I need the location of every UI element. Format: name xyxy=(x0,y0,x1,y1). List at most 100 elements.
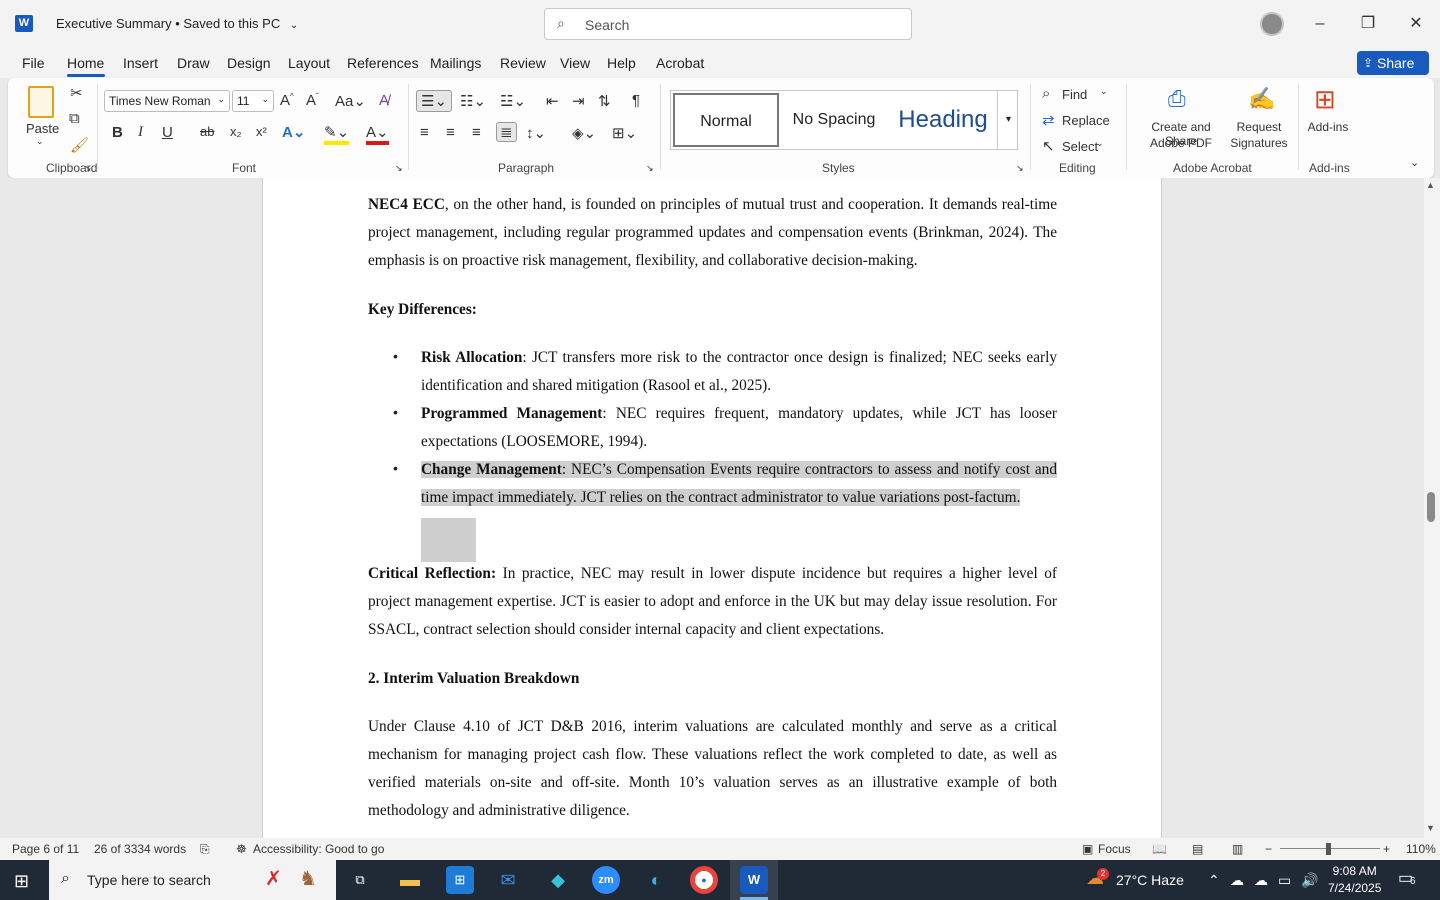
tab-help[interactable]: Help xyxy=(607,55,636,71)
task-view-icon[interactable]: ⧉ xyxy=(346,866,374,894)
underline-button[interactable]: U xyxy=(162,124,173,141)
style-heading[interactable]: Heading xyxy=(889,93,997,147)
mail-icon[interactable]: ✉ xyxy=(494,866,522,894)
chevron-up-icon[interactable]: ⌃ xyxy=(1208,872,1220,889)
restore-button[interactable]: ❐ xyxy=(1353,12,1383,36)
web-layout-icon[interactable]: ▥ xyxy=(1232,842,1243,856)
subscript-button[interactable]: x₂ xyxy=(230,124,242,139)
numbering-icon[interactable]: ☷⌄ xyxy=(460,92,486,110)
app-diamond-icon[interactable]: ◆ xyxy=(544,866,572,894)
zoom-app-icon[interactable]: zm xyxy=(592,866,620,894)
style-normal[interactable]: Normal xyxy=(673,93,779,147)
paste-button[interactable]: Paste xyxy=(26,121,59,136)
chevron-down-icon[interactable]: ⌄ xyxy=(1096,138,1104,149)
scroll-down-icon[interactable]: ▼ xyxy=(1426,823,1435,833)
bold-button[interactable]: B xyxy=(112,124,123,141)
file-explorer-icon[interactable]: ▬ xyxy=(396,866,424,894)
volume-icon[interactable]: 🔊 xyxy=(1301,872,1318,889)
font-family-select[interactable]: Times New Roman ⌄ xyxy=(104,90,230,112)
change-case-icon[interactable]: Aa⌄ xyxy=(335,92,366,110)
superscript-button[interactable]: x² xyxy=(256,124,267,139)
document-title[interactable]: Executive Summary • Saved to this PC ⌄ xyxy=(56,16,298,31)
accessibility-status[interactable]: Accessibility: Good to go xyxy=(253,842,384,856)
font-size-select[interactable]: 11 ⌄ xyxy=(232,90,274,112)
grow-font-icon[interactable]: A^ xyxy=(280,92,294,109)
sort-icon[interactable]: ⇅ xyxy=(598,92,611,110)
onedrive-icon[interactable]: ☁ xyxy=(1254,872,1268,889)
highlight-icon[interactable]: ✎⌄ xyxy=(324,123,350,145)
zoom-level[interactable]: 110% xyxy=(1406,842,1436,856)
select-button[interactable]: Select xyxy=(1062,139,1098,154)
decrease-indent-icon[interactable]: ⇤ xyxy=(546,92,559,110)
share-button[interactable]: ⇪ Share xyxy=(1357,51,1429,75)
dialog-launcher-icon[interactable]: ↘ xyxy=(84,163,92,174)
edge-browser-icon[interactable]: ◐ xyxy=(642,866,670,894)
account-avatar[interactable] xyxy=(1260,12,1284,36)
font-color-icon[interactable]: A⌄ xyxy=(366,123,389,145)
shading-icon[interactable]: ◈⌄ xyxy=(572,124,596,142)
tab-review[interactable]: Review xyxy=(500,55,546,71)
read-mode-icon[interactable]: 📖 xyxy=(1152,842,1167,856)
cut-icon[interactable]: ✂ xyxy=(70,84,83,102)
document-page[interactable]: NEC4 ECC, on the other hand, is founded … xyxy=(262,178,1162,838)
zoom-in-icon[interactable]: + xyxy=(1383,842,1390,856)
multilevel-list-icon[interactable]: ☳⌄ xyxy=(500,92,526,110)
request-signatures-button[interactable]: Request xyxy=(1228,120,1290,134)
search-input[interactable]: ⌕ Search xyxy=(544,8,912,40)
word-count[interactable]: 26 of 3334 words xyxy=(94,842,186,856)
minimize-button[interactable]: – xyxy=(1305,12,1335,36)
scroll-up-icon[interactable]: ▲ xyxy=(1426,180,1435,190)
borders-icon[interactable]: ⊞⌄ xyxy=(612,124,637,142)
tab-acrobat[interactable]: Acrobat xyxy=(656,55,704,71)
dialog-launcher-icon[interactable]: ↘ xyxy=(646,163,654,174)
tab-references[interactable]: References xyxy=(347,55,419,71)
tab-layout[interactable]: Layout xyxy=(288,55,330,71)
dialog-launcher-icon[interactable]: ↘ xyxy=(395,163,403,174)
tab-draw[interactable]: Draw xyxy=(177,55,210,71)
italic-button[interactable]: I xyxy=(138,124,143,141)
chrome-browser-icon[interactable]: ● xyxy=(690,866,718,894)
bullets-icon[interactable]: ☰⌄ xyxy=(416,90,453,112)
find-button[interactable]: Find xyxy=(1062,87,1087,102)
scrollbar-thumb[interactable] xyxy=(1427,492,1435,522)
collapse-ribbon-icon[interactable]: ⌄ xyxy=(1410,156,1419,169)
network-off-icon[interactable]: ☁ xyxy=(1230,872,1244,889)
line-spacing-icon[interactable]: ↕⌄ xyxy=(526,124,546,142)
tab-design[interactable]: Design xyxy=(227,55,271,71)
tab-insert[interactable]: Insert xyxy=(123,55,158,71)
styles-more-icon[interactable]: ▾ xyxy=(997,91,1019,149)
taskbar-search[interactable]: ⌕ Type here to search ✗ ♞ xyxy=(49,860,336,900)
shrink-font-icon[interactable]: Aˇ xyxy=(306,92,319,109)
page-count[interactable]: Page 6 of 11 xyxy=(12,842,79,856)
proofing-icon[interactable]: ⎘ xyxy=(200,842,210,857)
increase-indent-icon[interactable]: ⇥ xyxy=(572,92,585,110)
justify-icon[interactable]: ≣ xyxy=(496,122,517,142)
clock[interactable]: 9:08 AM 7/24/2025 xyxy=(1328,863,1381,897)
copy-icon[interactable]: ⧉ xyxy=(69,110,80,127)
format-painter-icon[interactable]: 🖌 xyxy=(70,136,89,154)
tab-home[interactable]: Home xyxy=(67,55,104,71)
show-formatting-icon[interactable]: ¶ xyxy=(632,92,640,109)
vertical-scrollbar[interactable]: ▲ ▼ xyxy=(1424,178,1440,838)
dialog-launcher-icon[interactable]: ↘ xyxy=(1016,163,1024,174)
store-icon[interactable]: ⊞ xyxy=(446,866,474,894)
strikethrough-button[interactable]: ab xyxy=(200,124,214,139)
weather-text[interactable]: 27°C Haze xyxy=(1116,872,1184,888)
tab-mailings[interactable]: Mailings xyxy=(430,55,481,71)
close-button[interactable]: ✕ xyxy=(1401,12,1431,36)
align-center-icon[interactable]: ≡ xyxy=(446,124,455,141)
tab-file[interactable]: File xyxy=(22,55,45,71)
replace-button[interactable]: Replace xyxy=(1062,113,1110,128)
chevron-down-icon[interactable]: ⌄ xyxy=(1100,86,1108,97)
print-layout-icon[interactable]: ▤ xyxy=(1192,842,1203,856)
text-effects-icon[interactable]: A⌄ xyxy=(282,123,305,141)
clear-formatting-icon[interactable]: A̸ xyxy=(379,92,389,109)
align-left-icon[interactable]: ≡ xyxy=(420,124,429,141)
zoom-out-icon[interactable]: − xyxy=(1265,842,1272,856)
tab-view[interactable]: View xyxy=(560,55,590,71)
chevron-down-icon[interactable]: ⌄ xyxy=(36,136,44,147)
align-right-icon[interactable]: ≡ xyxy=(472,124,481,141)
focus-button[interactable]: Focus xyxy=(1098,842,1131,856)
style-no-spacing[interactable]: No Spacing xyxy=(781,93,887,147)
word-taskbar-icon[interactable]: W xyxy=(740,866,768,894)
